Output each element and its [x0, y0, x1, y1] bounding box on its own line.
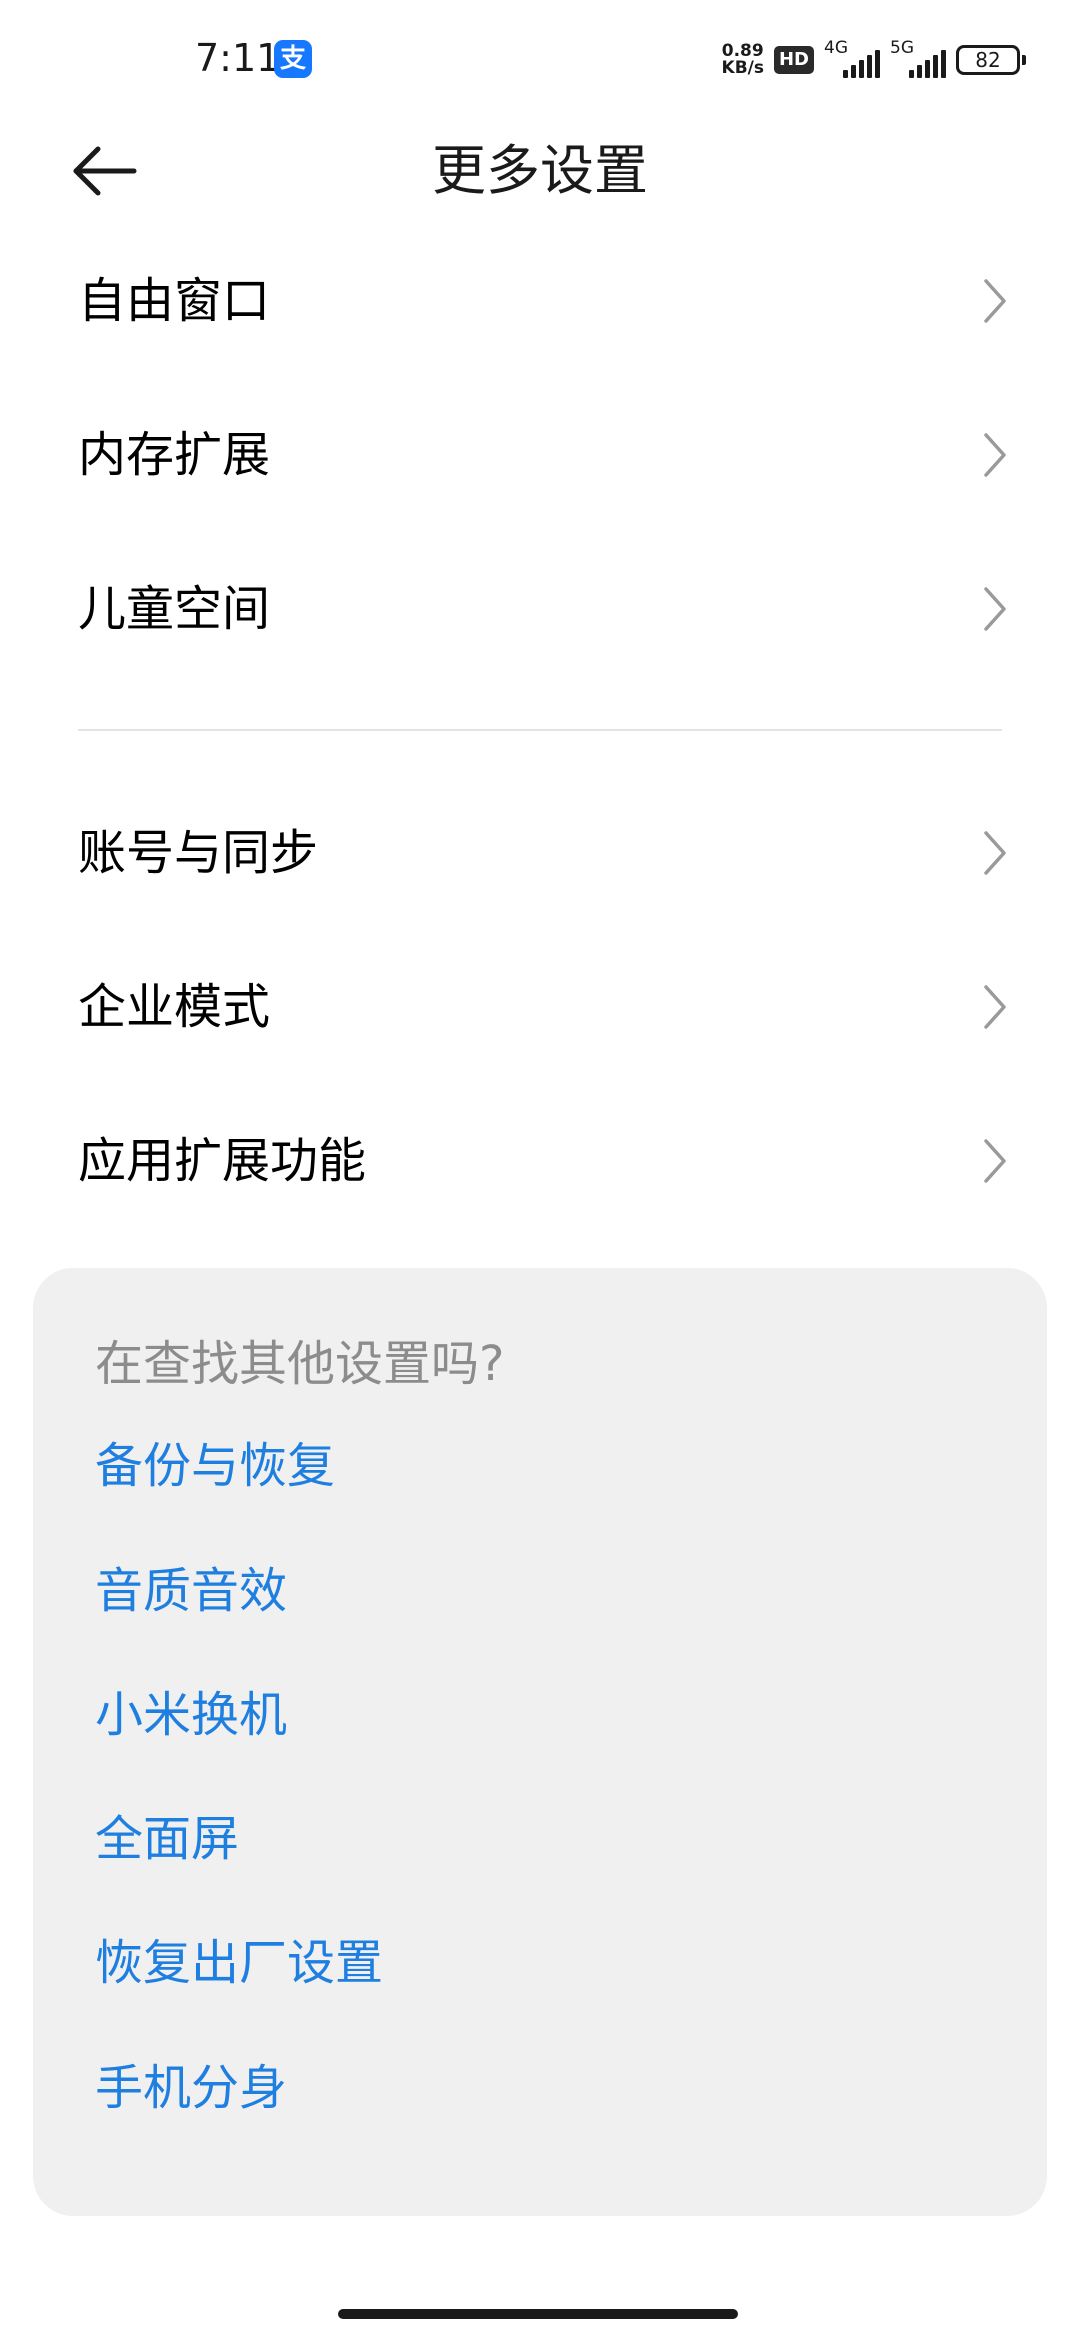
link-backup-restore[interactable]: 备份与恢复: [95, 1436, 335, 1496]
setting-label: 自由窗口: [78, 273, 271, 329]
chevron-right-icon: [984, 279, 1006, 323]
setting-free-window[interactable]: 自由窗口: [0, 224, 1080, 378]
home-indicator[interactable]: [338, 2309, 738, 2319]
setting-label: 儿童空间: [78, 581, 271, 637]
setting-label: 账号与同步: [78, 825, 319, 881]
signal-icon-2: 5G: [890, 38, 946, 80]
header: 更多设置: [0, 110, 1080, 230]
setting-app-extensions[interactable]: 应用扩展功能: [0, 1084, 1080, 1238]
setting-label: 企业模式: [78, 979, 271, 1035]
setting-label: 应用扩展功能: [78, 1133, 367, 1189]
setting-account-sync[interactable]: 账号与同步: [0, 776, 1080, 930]
settings-section-2: 账号与同步 企业模式 应用扩展功能: [0, 776, 1080, 1238]
status-time: 7:11: [195, 36, 281, 80]
setting-enterprise-mode[interactable]: 企业模式: [0, 930, 1080, 1084]
network-speed-unit: KB/s: [721, 58, 764, 78]
other-settings-card: 在查找其他设置吗? 备份与恢复 音质音效 小米换机 全面屏 恢复出厂设置 手机分…: [33, 1268, 1047, 2216]
settings-section-1: 自由窗口 内存扩展 儿童空间: [0, 224, 1080, 686]
hd-voice-icon: HD: [773, 46, 814, 74]
setting-memory-extension[interactable]: 内存扩展: [0, 378, 1080, 532]
link-full-screen[interactable]: 全面屏: [95, 1809, 239, 1869]
status-icons: 0.89 KB/s HD 4G 5G 82: [722, 38, 1026, 82]
setting-label: 内存扩展: [78, 427, 271, 483]
battery-icon: 82: [956, 45, 1026, 75]
network-speed: 0.89 KB/s: [722, 43, 764, 77]
page-title: 更多设置: [432, 139, 648, 202]
signal-icon: 4G: [824, 38, 880, 80]
link-second-space[interactable]: 手机分身: [95, 2058, 287, 2118]
chevron-right-icon: [984, 587, 1006, 631]
link-sound-effects[interactable]: 音质音效: [95, 1561, 287, 1621]
link-mi-mover[interactable]: 小米换机: [95, 1685, 287, 1745]
chevron-right-icon: [984, 985, 1006, 1029]
chevron-right-icon: [984, 831, 1006, 875]
link-factory-reset[interactable]: 恢复出厂设置: [95, 1933, 383, 1993]
section-divider: [78, 729, 1002, 731]
other-settings-heading: 在查找其他设置吗?: [95, 1336, 505, 1392]
alipay-icon: 支: [274, 40, 312, 78]
status-bar: 7:11 支 0.89 KB/s HD 4G 5G 82: [0, 0, 1080, 120]
chevron-right-icon: [984, 433, 1006, 477]
setting-kids-space[interactable]: 儿童空间: [0, 532, 1080, 686]
chevron-right-icon: [984, 1139, 1006, 1183]
battery-level: 82: [975, 48, 1001, 72]
